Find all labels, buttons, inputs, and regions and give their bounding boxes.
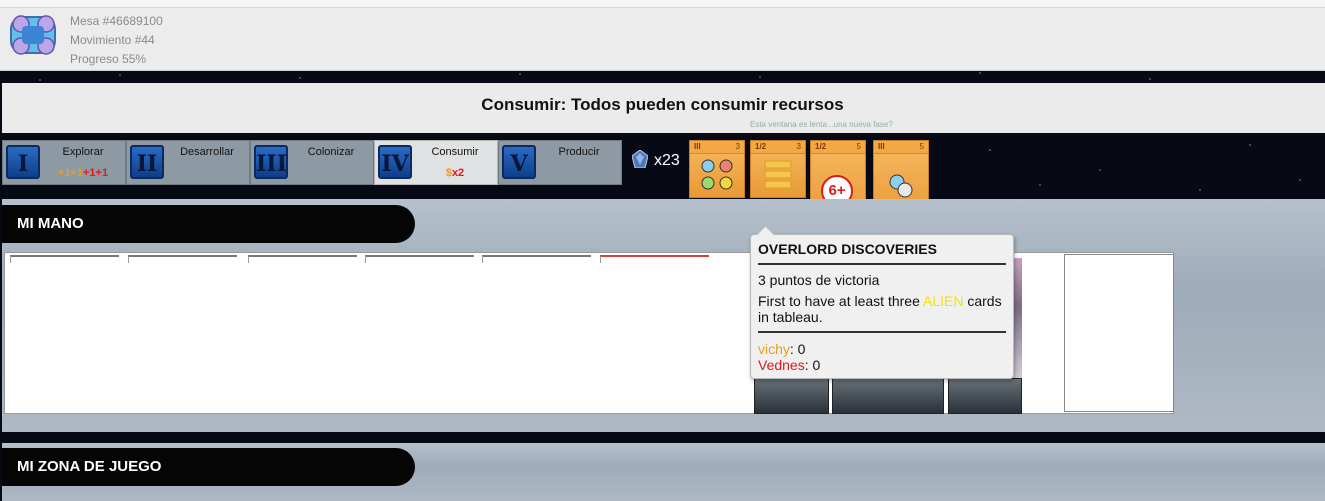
goal-count: 5 — [856, 142, 861, 151]
hand-card[interactable] — [754, 378, 829, 414]
hand-card-tops — [10, 255, 710, 263]
goal-tile[interactable]: III 3 — [689, 140, 745, 198]
move-number: Movimiento #44 — [70, 33, 155, 47]
phase-numeral: II — [130, 145, 164, 179]
goal-tile[interactable]: 1/2 3 — [750, 140, 806, 198]
browser-bookmark-strip — [0, 0, 1325, 8]
tooltip-player-row: Vednes: 0 — [758, 357, 821, 373]
game-meta: Mesa #46689100 Movimiento #44 Progreso 5… — [70, 12, 163, 69]
phase-numeral: V — [502, 145, 536, 179]
resource-goods-icon — [701, 159, 733, 190]
progress-text: Progreso 55% — [70, 52, 147, 66]
phase-numeral: IV — [378, 145, 412, 179]
banner-subtitle: Esta ventana es lenta...una nueva fase? — [750, 120, 893, 129]
phase-consume[interactable]: IV Consumir $x2 — [374, 140, 498, 185]
goal-tooltip: OVERLORD DISCOVERIES 3 puntos de victori… — [750, 225, 1014, 379]
top-header: Mesa #46689100 Movimiento #44 Progreso 5… — [0, 0, 1325, 71]
hand-card[interactable] — [600, 255, 709, 263]
hand-card[interactable] — [248, 255, 357, 263]
tooltip-divider — [758, 263, 1006, 265]
hand-section-title: MI MANO — [2, 205, 415, 243]
phase-name: Explorar — [62, 146, 104, 158]
phase-numeral: I — [6, 145, 40, 179]
goal-roman: III — [694, 142, 701, 151]
phase-name: Desarrollar — [180, 146, 234, 158]
phase-name: Producir — [558, 146, 600, 158]
goal-roman: 1/2 — [755, 142, 767, 151]
goal-count: 5 — [919, 142, 924, 151]
phase-explore[interactable]: I Explorar +1+1+1+1 — [2, 140, 126, 185]
tooltip-title: OVERLORD DISCOVERIES — [758, 241, 937, 257]
phase-numeral: III — [254, 145, 288, 179]
phase-produce[interactable]: V Producir — [498, 140, 622, 185]
phase-bonus: +1+1+1+1 — [57, 167, 109, 179]
phase-develop[interactable]: II Desarrollar — [126, 140, 250, 185]
hand-card[interactable] — [1064, 254, 1174, 412]
phase-name: Consumir — [431, 146, 479, 158]
page-title: Consumir: Todos pueden consumir recursos — [481, 95, 844, 114]
game-logo-icon[interactable] — [8, 12, 58, 58]
phase-symbols-icon — [764, 160, 792, 189]
table-number: Mesa #46689100 — [70, 14, 163, 28]
tooltip-description: First to have at least three ALIEN cards… — [758, 293, 1002, 325]
hand-card[interactable] — [948, 378, 1022, 414]
phase-bar: I Explorar +1+1+1+1 II Desarrollar III C… — [2, 140, 622, 185]
goal-count: 3 — [735, 142, 740, 151]
tooltip-points: 3 puntos de victoria — [758, 272, 880, 288]
hand-card[interactable] — [365, 255, 474, 263]
vp-gem-icon — [632, 150, 648, 168]
tooltip-divider — [758, 331, 1006, 333]
phase-banner: Consumir: Todos pueden consumir recursos… — [2, 83, 1325, 133]
phase-bonus: $x2 — [445, 167, 465, 179]
tableau-section-title: MI ZONA DE JUEGO — [2, 448, 415, 486]
tooltip-player-row: vichy: 0 — [758, 341, 806, 357]
vp-pool: x23 — [632, 150, 680, 170]
phase-settle[interactable]: III Colonizar — [250, 140, 374, 185]
phase-name: Colonizar — [307, 146, 355, 158]
goal-roman: III — [878, 142, 885, 151]
resource-goods-icon — [889, 174, 913, 198]
goal-count: 3 — [796, 142, 801, 151]
hand-card[interactable] — [128, 255, 237, 263]
goal-roman: 1/2 — [815, 142, 827, 151]
hand-card[interactable] — [482, 255, 591, 263]
hand-card[interactable] — [832, 378, 944, 414]
vp-count: x23 — [654, 152, 680, 169]
hand-card[interactable] — [10, 255, 119, 263]
